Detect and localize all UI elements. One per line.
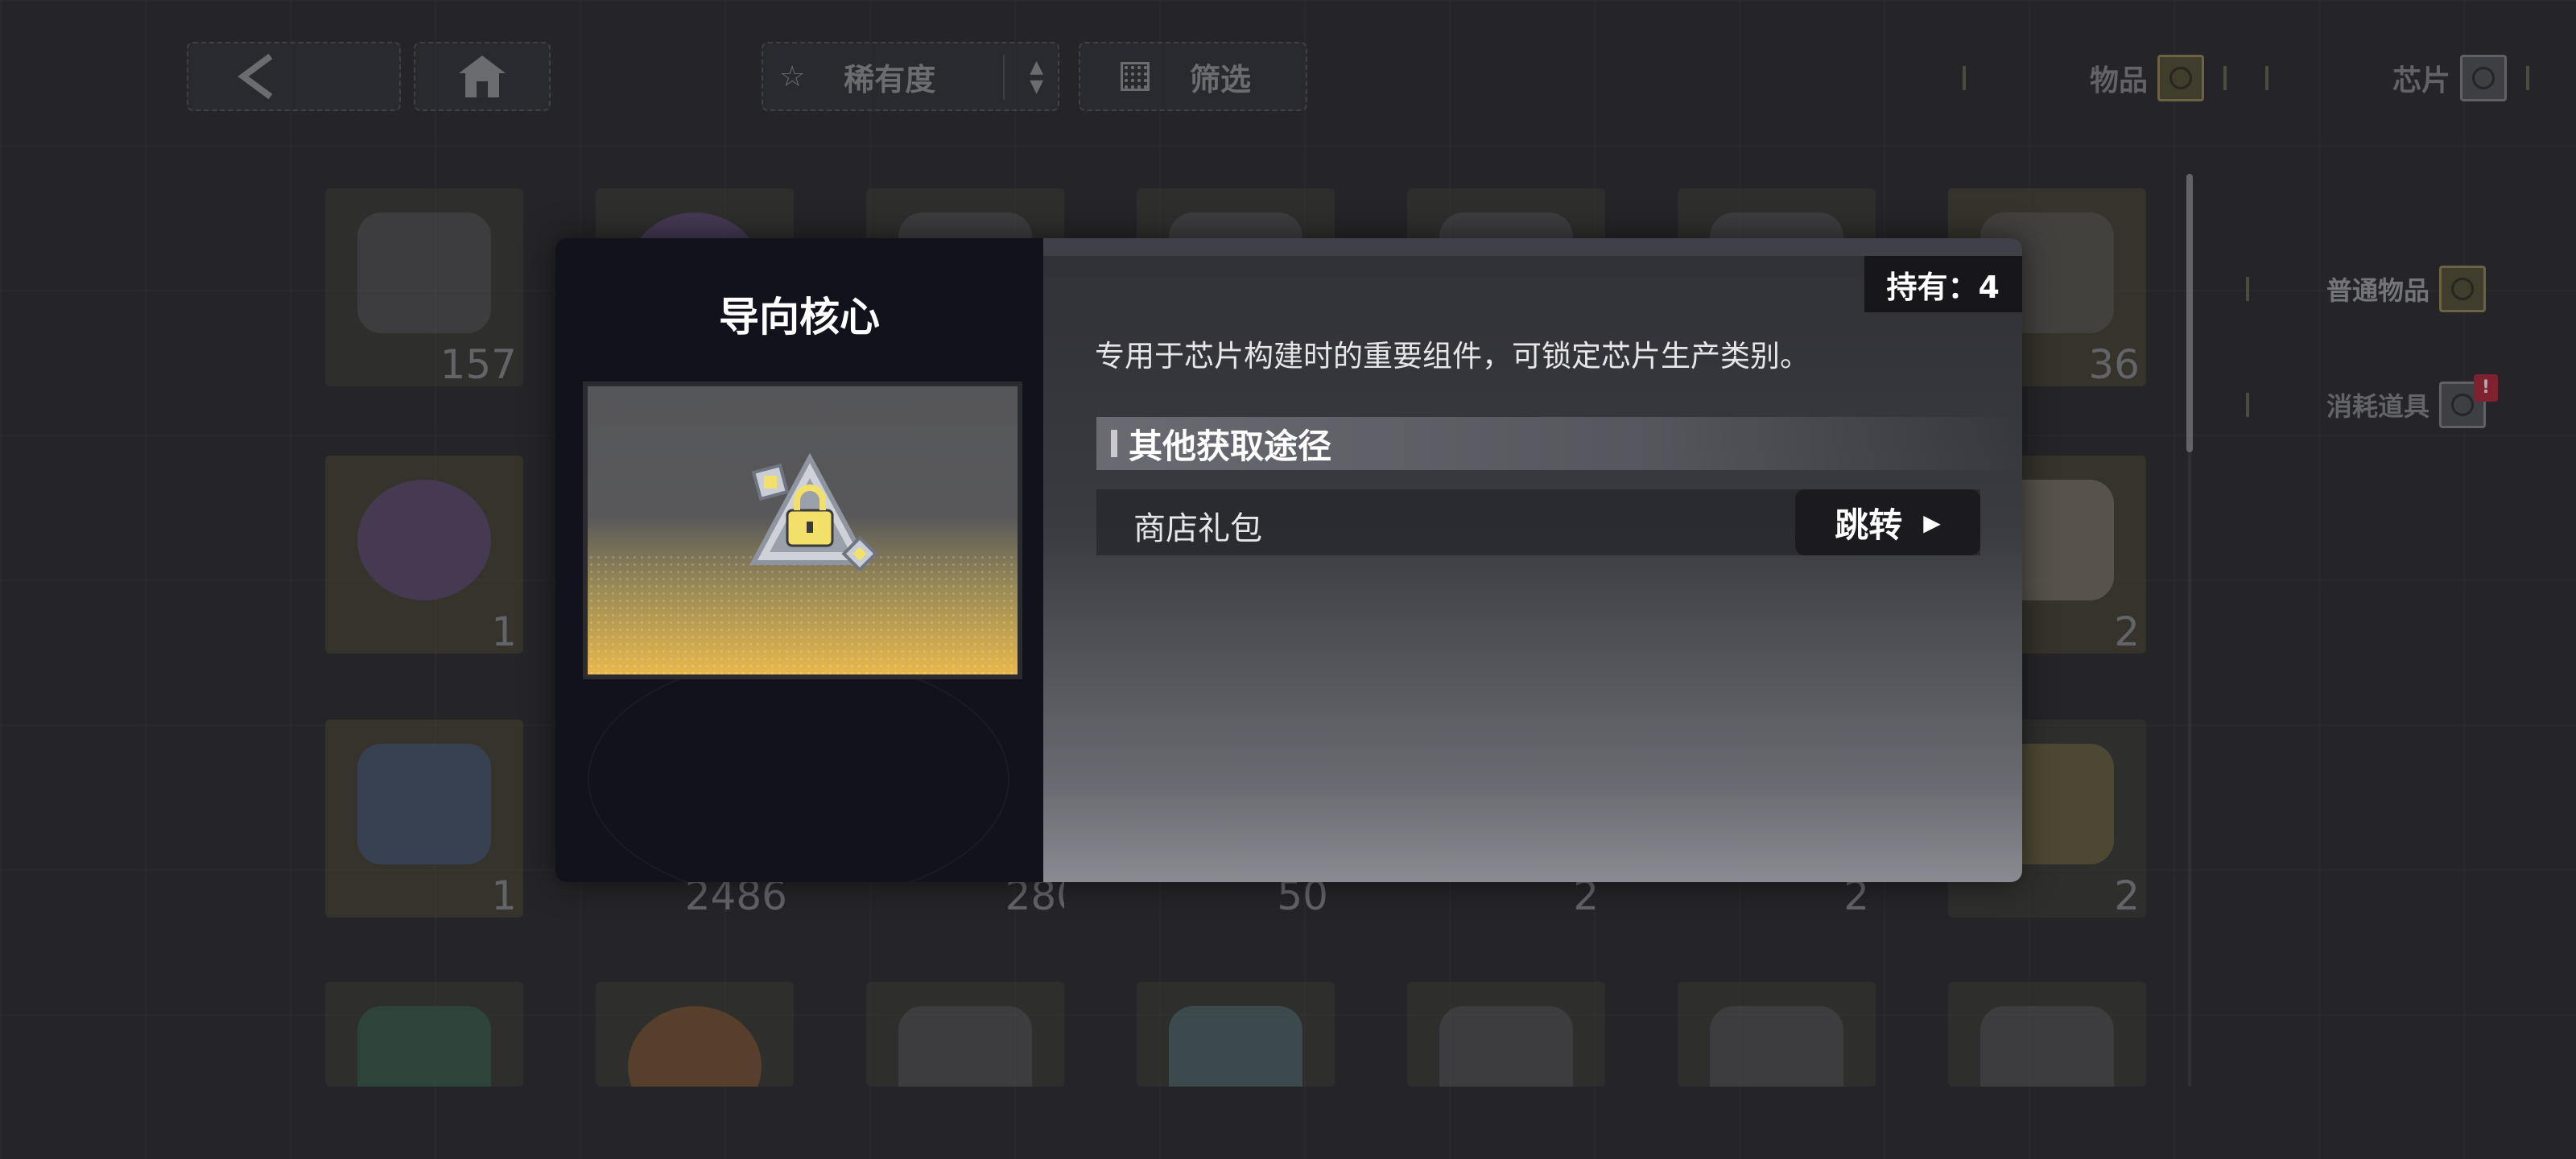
other-sources-header: 其他获取途径 bbox=[1096, 417, 2022, 470]
section-title: 其他获取途径 bbox=[1129, 426, 1332, 466]
item-preview-panel: 导向核心 bbox=[555, 238, 1043, 882]
decorative-ring bbox=[588, 657, 1009, 882]
item-detail-modal: 导向核心 持有：4 专用于芯片构建时的重要组件，可锁定芯片生产类别。 其他获取途… bbox=[555, 238, 2022, 882]
source-row-shop-pack: 商店礼包 跳转 ▶ bbox=[1096, 489, 1980, 555]
play-arrow-icon: ▶ bbox=[1923, 509, 1941, 536]
section-marker bbox=[1111, 430, 1117, 457]
jump-label: 跳转 bbox=[1835, 505, 1903, 545]
panel-topline bbox=[1043, 238, 2022, 256]
item-image bbox=[583, 382, 1022, 679]
item-title: 导向核心 bbox=[719, 294, 880, 340]
jump-button[interactable]: 跳转 ▶ bbox=[1795, 489, 1980, 555]
guide-core-icon bbox=[749, 452, 878, 572]
item-info-panel: 持有：4 专用于芯片构建时的重要组件，可锁定芯片生产类别。 其他获取途径 商店礼… bbox=[1043, 238, 2022, 882]
source-label: 商店礼包 bbox=[1133, 510, 1262, 547]
holding-count: 持有：4 bbox=[1864, 256, 2022, 312]
item-description: 专用于芯片构建时的重要组件，可锁定芯片生产类别。 bbox=[1095, 339, 1810, 373]
